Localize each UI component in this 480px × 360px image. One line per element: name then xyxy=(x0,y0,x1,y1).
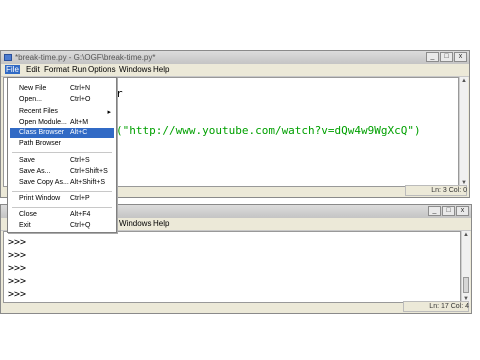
shell-minimize-icon[interactable]: _ xyxy=(428,206,441,216)
menu-separator xyxy=(12,207,112,208)
editor-titlebar[interactable]: *break-time.py - G:\OGF\break-time.py* _… xyxy=(1,51,469,65)
menu-separator xyxy=(12,152,112,153)
shell-prompt: >>> xyxy=(8,250,27,261)
editor-scrollbar[interactable]: ▲ ▼ xyxy=(459,77,468,187)
shell-prompt: >>> xyxy=(8,263,27,274)
shell-status: Ln: 17 Col: 4 xyxy=(429,303,469,310)
menu-item-open[interactable]: Open... Ctrl+O xyxy=(10,95,114,105)
editor-menubar: File Edit Format Run Options Windows Hel… xyxy=(1,64,469,77)
shell-scrollbar[interactable]: ▲ ▼ xyxy=(461,231,470,303)
shell-prompt: >>> xyxy=(8,289,27,300)
menu-format[interactable]: Format xyxy=(43,65,70,74)
menu-item-save-copy-as[interactable]: Save Copy As... Alt+Shift+S xyxy=(10,178,114,188)
menu-edit[interactable]: Edit xyxy=(25,65,41,74)
menu-options[interactable]: Options xyxy=(87,65,117,74)
menu-item-class-browser[interactable]: Class Browser Alt+C xyxy=(10,128,114,138)
menu-item-print-window[interactable]: Print Window Ctrl+P xyxy=(10,194,114,204)
menu-item-recent-files[interactable]: Recent Files ▸ xyxy=(10,107,114,117)
shell-menu-windows[interactable]: Windows xyxy=(118,219,152,228)
menu-run[interactable]: Run xyxy=(71,65,88,74)
shell-maximize-icon[interactable]: □ xyxy=(442,206,455,216)
menu-item-save[interactable]: Save Ctrl+S xyxy=(10,156,114,166)
python-icon xyxy=(4,54,12,61)
menu-item-save-as[interactable]: Save As... Ctrl+Shift+S xyxy=(10,167,114,177)
shell-prompt: >>> xyxy=(8,276,27,287)
editor-title: *break-time.py - G:\OGF\break-time.py* xyxy=(15,53,156,62)
menu-item-open-module[interactable]: Open Module... Alt+M xyxy=(10,118,114,128)
scroll-up-icon[interactable]: ▲ xyxy=(460,77,468,85)
editor-status: Ln: 3 Col: 0 xyxy=(431,187,467,194)
menu-file[interactable]: File xyxy=(5,65,20,74)
code-url-line: ("http://www.youtube.com/watch?v=dQw4w9W… xyxy=(116,124,421,137)
menu-help[interactable]: Help xyxy=(152,65,170,74)
shell-menu-help[interactable]: Help xyxy=(152,219,170,228)
menu-item-exit[interactable]: Exit Ctrl+Q xyxy=(10,221,114,231)
shell-close-icon[interactable]: x xyxy=(456,206,469,216)
file-menu-dropdown: New File Ctrl+N Open... Ctrl+O Recent File… xyxy=(7,77,117,233)
menu-item-path-browser[interactable]: Path Browser xyxy=(10,139,114,149)
shell-scroll-up-icon[interactable]: ▲ xyxy=(462,231,470,239)
menu-item-new-file[interactable]: New File Ctrl+N xyxy=(10,84,114,94)
minimize-icon[interactable]: _ xyxy=(426,52,439,62)
submenu-arrow-icon: ▸ xyxy=(107,109,111,116)
menu-windows[interactable]: Windows xyxy=(118,65,152,74)
shell-scroll-thumb[interactable] xyxy=(463,277,469,293)
shell-prompt: >>> xyxy=(8,237,27,248)
menu-item-close[interactable]: Close Alt+F4 xyxy=(10,210,114,220)
menu-separator xyxy=(12,191,112,192)
shell-console[interactable]: >>> >>> >>> >>> >>> xyxy=(3,231,461,303)
close-icon[interactable]: x xyxy=(454,52,467,62)
maximize-icon[interactable]: □ xyxy=(440,52,453,62)
